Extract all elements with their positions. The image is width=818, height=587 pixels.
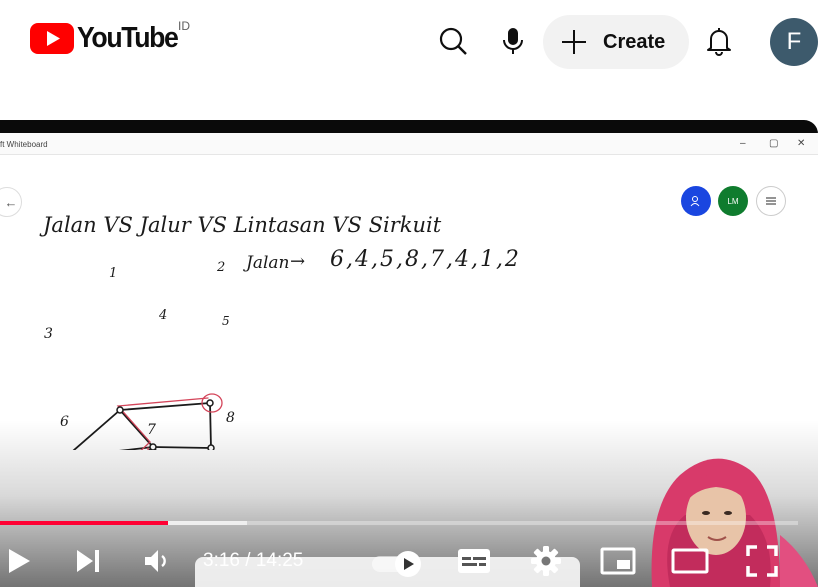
- minimize-icon: –: [740, 138, 746, 149]
- current-time: 3:16: [203, 550, 240, 571]
- progress-played: [0, 521, 168, 525]
- node-label-3: 3: [44, 326, 53, 342]
- person-icon: [690, 196, 700, 207]
- whiteboard-heading: Jalan VS Jalur VS Lintasan VS Sirkuit: [43, 213, 442, 237]
- fullscreen-button[interactable]: [745, 543, 779, 579]
- account-avatar[interactable]: F: [770, 18, 818, 66]
- whiteboard-app-title: ft Whiteboard: [0, 140, 48, 149]
- miniplayer-icon: [600, 547, 636, 575]
- arrow-icon: →: [290, 251, 306, 272]
- settings-gear-icon: [531, 546, 561, 576]
- node-label-4: 4: [159, 308, 168, 323]
- fullscreen-icon: [746, 545, 778, 577]
- autoplay-toggle[interactable]: [372, 550, 424, 578]
- next-icon: [77, 550, 99, 572]
- theater-mode-icon: [671, 548, 709, 574]
- region-code: ID: [178, 19, 190, 33]
- node-label-5: 5: [222, 314, 230, 328]
- plus-icon: [562, 30, 586, 54]
- next-button[interactable]: [72, 543, 104, 579]
- node-label-2: 2: [217, 260, 226, 275]
- play-button[interactable]: [2, 543, 36, 579]
- jalan-sequence: 6,4,5,8,7,4,1,2: [330, 247, 521, 272]
- duration: 14:25: [255, 550, 304, 571]
- volume-button[interactable]: [141, 543, 175, 579]
- create-label: Create: [603, 31, 666, 53]
- subtitles-button[interactable]: [456, 543, 492, 579]
- time-display: 3:16 / 14:25: [203, 550, 303, 572]
- video-top-border: [0, 120, 818, 133]
- participant-avatar-1: [681, 186, 711, 216]
- youtube-play-logo-icon: [30, 23, 74, 54]
- miniplayer-button[interactable]: [600, 543, 636, 579]
- node-label-1: 1: [109, 266, 118, 281]
- subtitles-icon: [458, 549, 490, 573]
- search-icon[interactable]: [437, 25, 469, 57]
- video-player[interactable]: ft Whiteboard – ▢ ✕ ← LM Jalan VS Jalur …: [0, 120, 818, 587]
- participant-avatar-lm: LM: [718, 186, 748, 216]
- play-icon: [9, 549, 30, 573]
- settings-button[interactable]: [528, 543, 564, 579]
- masthead: YouTube ID Create F: [0, 0, 818, 86]
- microphone-icon[interactable]: [497, 25, 529, 57]
- close-icon: ✕: [797, 138, 806, 149]
- whiteboard-titlebar: ft Whiteboard – ▢ ✕: [0, 133, 818, 155]
- restore-icon: ▢: [769, 138, 779, 149]
- create-button[interactable]: Create: [543, 15, 689, 69]
- notifications-bell-icon[interactable]: [703, 25, 735, 57]
- presenter-webcam: [651, 458, 818, 587]
- whiteboard-menu-icon: [756, 186, 786, 216]
- back-arrow-icon: ←: [0, 187, 22, 217]
- volume-icon: [145, 550, 166, 572]
- time-separator: /: [245, 550, 251, 571]
- theater-mode-button[interactable]: [671, 543, 709, 579]
- logo-text: YouTube: [77, 22, 179, 54]
- progress-bar[interactable]: [0, 521, 798, 525]
- youtube-logo[interactable]: YouTube: [30, 22, 186, 55]
